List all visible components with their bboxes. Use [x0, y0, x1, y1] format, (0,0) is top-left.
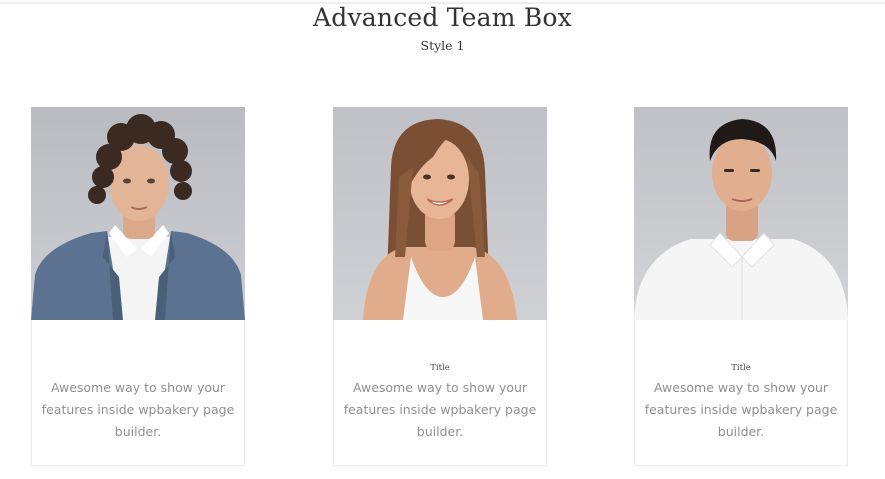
team-card: Title Awesome way to show your features …: [634, 107, 848, 467]
team-card-body: Awesome way to show your features inside…: [31, 320, 245, 466]
team-member-title: Title: [731, 363, 751, 373]
team-member-photo: [31, 107, 245, 320]
page-subtitle: Style 1: [420, 38, 465, 53]
team-member-photo: [634, 107, 848, 320]
page-title: Advanced Team Box: [313, 3, 572, 32]
team-member-description: Awesome way to show your features inside…: [343, 380, 537, 439]
team-card: Title Awesome way to show your features …: [333, 107, 547, 467]
team-card: Awesome way to show your features inside…: [31, 107, 245, 467]
team-member-description: Awesome way to show your features inside…: [41, 380, 235, 439]
team-member-title: Title: [430, 363, 450, 373]
team-card-body: Title Awesome way to show your features …: [634, 320, 848, 466]
team-member-photo: [333, 107, 547, 320]
team-member-description: Awesome way to show your features inside…: [644, 380, 838, 439]
team-card-body: Title Awesome way to show your features …: [333, 320, 547, 466]
